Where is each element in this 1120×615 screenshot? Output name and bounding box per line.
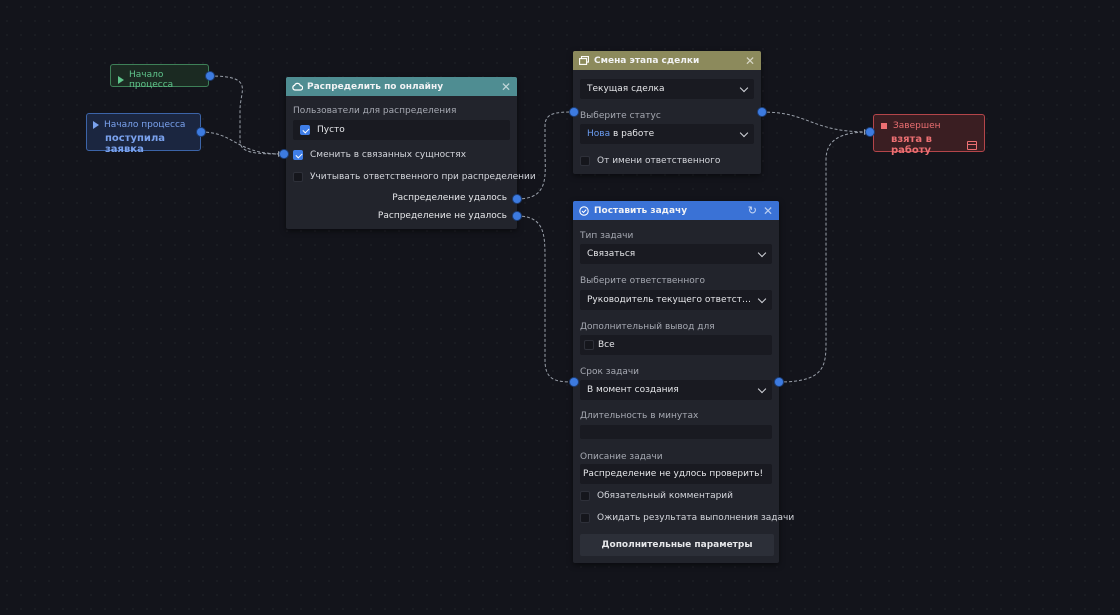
wire-start1-to-distribute xyxy=(209,75,283,155)
users-label: Пользователи для распределения xyxy=(293,106,457,116)
stage-input-port[interactable] xyxy=(570,108,578,116)
users-select[interactable]: Пусто xyxy=(293,120,510,140)
await-result-checkbox[interactable] xyxy=(580,513,590,523)
task-panel-header[interactable]: Поставить задачу ↻ ✕ xyxy=(573,201,779,220)
stage-panel-header[interactable]: Смена этапа сделки ✕ xyxy=(573,51,761,70)
status-prefix: Нова xyxy=(587,129,611,139)
extra-output-checkbox[interactable] xyxy=(584,340,594,350)
start-node-1-label: Начало процесса xyxy=(129,70,174,90)
stop-icon xyxy=(881,123,887,129)
distribute-success-port[interactable] xyxy=(513,195,521,203)
task-check-icon xyxy=(579,206,589,216)
users-value: Пусто xyxy=(317,125,345,135)
required-comment-label: Обязательный комментарий xyxy=(597,491,733,501)
chevron-down-icon xyxy=(757,384,767,393)
responsible-label: Выберите ответственного xyxy=(580,276,705,286)
wire-success-to-stage xyxy=(516,111,575,200)
distribute-panel-title: Распределить по онлайну xyxy=(307,81,444,92)
start-node-2-subtitle: поступила заявка xyxy=(105,133,166,155)
distribute-fail-port[interactable] xyxy=(513,212,521,220)
stage-panel-title: Смена этапа сделки xyxy=(594,55,700,66)
stack-icon xyxy=(579,56,590,65)
start-node-1-output-port[interactable] xyxy=(206,72,214,80)
deadline-label: Срок задачи xyxy=(580,367,640,377)
distribute-panel-header[interactable]: Распределить по онлайну ✕ xyxy=(286,77,517,96)
responsible-value: Руководитель текущего ответственн... xyxy=(587,295,753,305)
extra-output-label: Дополнительный вывод для xyxy=(580,322,715,332)
close-icon[interactable]: ✕ xyxy=(745,55,755,67)
task-input-port[interactable] xyxy=(570,378,578,386)
end-node[interactable]: Завершен взята в работу xyxy=(873,114,985,156)
end-node-label: Завершен xyxy=(893,121,941,131)
more-params-button[interactable]: Дополнительные параметры xyxy=(580,534,774,556)
type-value: Связаться xyxy=(587,249,636,259)
end-node-subtitle: взята в работу xyxy=(891,134,932,156)
extra-output-value: Все xyxy=(598,340,615,350)
chevron-down-icon xyxy=(757,294,767,303)
chevron-down-icon xyxy=(739,83,749,92)
deal-value: Текущая сделка xyxy=(587,84,665,94)
distribute-input-port[interactable] xyxy=(280,150,288,158)
description-value: Распределение не удлось проверить! xyxy=(583,469,764,479)
option-change-related[interactable]: Сменить в связанных сущностях xyxy=(293,150,466,160)
change-related-checkbox[interactable] xyxy=(293,150,303,160)
start-node-2[interactable]: Начало процесса поступила заявка xyxy=(86,113,201,155)
description-label: Описание задачи xyxy=(580,452,663,462)
chevron-down-icon xyxy=(739,128,749,137)
status-select[interactable]: Нова в работе xyxy=(580,124,754,144)
task-panel-title: Поставить задачу xyxy=(594,205,688,216)
stage-panel[interactable]: Смена этапа сделки ✕ Текущая сделка Выбе… xyxy=(573,51,761,174)
output-success-label: Распределение удалось xyxy=(392,193,507,203)
option-on-behalf[interactable]: От имени ответственного xyxy=(580,156,720,166)
type-select[interactable]: Связаться xyxy=(580,244,772,264)
connection-wires xyxy=(200,75,870,383)
duration-label: Длительность в минутах xyxy=(580,411,699,421)
card-icon xyxy=(966,140,977,150)
deadline-select[interactable]: В момент создания xyxy=(580,380,772,400)
duration-input[interactable] xyxy=(580,425,772,439)
chevron-down-icon xyxy=(757,248,767,257)
option-await-result[interactable]: Ожидать результата выполнения задачи xyxy=(580,513,794,523)
output-fail-label: Распределение не удалось xyxy=(377,211,507,221)
option-consider-responsible[interactable]: Учитывать ответственного при распределен… xyxy=(293,172,536,182)
task-output-port[interactable] xyxy=(775,378,783,386)
type-label: Тип задачи xyxy=(580,231,634,241)
distribute-panel[interactable]: Распределить по онлайну ✕ Пользователи д… xyxy=(286,77,536,229)
close-icon[interactable]: ✕ xyxy=(501,81,511,93)
required-comment-checkbox[interactable] xyxy=(580,491,590,501)
extra-output-select[interactable]: Все xyxy=(580,335,772,355)
refresh-icon[interactable]: ↻ xyxy=(748,204,757,217)
wire-stage-to-end xyxy=(761,111,870,133)
await-result-label: Ожидать результата выполнения задачи xyxy=(597,513,795,523)
start-node-2-label: Начало процесса xyxy=(104,120,186,130)
status-label: Выберите статус xyxy=(580,111,661,121)
deadline-value: В момент создания xyxy=(587,385,679,395)
wire-task-to-end xyxy=(778,131,870,383)
wire-start2-to-distribute xyxy=(200,131,283,155)
stage-output-port[interactable] xyxy=(758,108,766,116)
wire-fail-to-task xyxy=(516,215,575,383)
end-node-input-port[interactable] xyxy=(866,128,874,136)
task-panel[interactable]: Поставить задачу ↻ ✕ Тип задачи Связатьс… xyxy=(573,201,794,563)
on-behalf-checkbox[interactable] xyxy=(580,156,590,166)
play-icon xyxy=(118,76,124,84)
consider-responsible-label: Учитывать ответственного при распределен… xyxy=(310,172,536,182)
play-icon xyxy=(93,121,99,129)
users-empty-checkbox[interactable] xyxy=(300,125,310,135)
description-input[interactable]: Распределение не удлось проверить! xyxy=(580,464,772,484)
consider-responsible-checkbox[interactable] xyxy=(293,172,303,182)
close-icon[interactable]: ✕ xyxy=(763,205,773,217)
responsible-select[interactable]: Руководитель текущего ответственн... xyxy=(580,290,772,310)
deal-select[interactable]: Текущая сделка xyxy=(580,79,754,99)
on-behalf-label: От имени ответственного xyxy=(597,156,721,166)
option-required-comment[interactable]: Обязательный комментарий xyxy=(580,491,733,501)
cloud-icon xyxy=(292,82,304,91)
start-node-1[interactable]: Начало процесса xyxy=(110,64,209,90)
status-suffix: в работе xyxy=(610,129,655,139)
start-node-2-output-port[interactable] xyxy=(197,128,205,136)
change-related-label: Сменить в связанных сущностях xyxy=(310,150,467,160)
